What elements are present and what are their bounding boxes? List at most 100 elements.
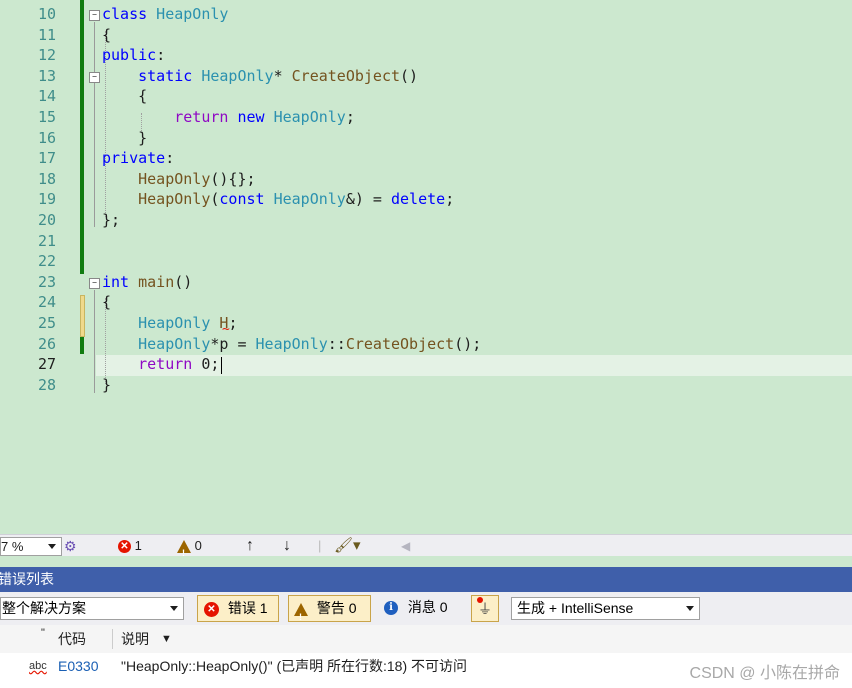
code-text: HeapOnly(){}; — [138, 169, 256, 188]
info-icon: i — [384, 601, 398, 616]
line-number: 28 — [37, 375, 56, 394]
code-text: static HeapOnly* CreateObject() — [138, 66, 419, 85]
code-line[interactable]: 21 — [0, 231, 852, 252]
code-text: class HeapOnly — [102, 5, 229, 23]
code-editor[interactable]: − − − 10 class HeapOnly 11{12 public: 13 sta… — [0, 0, 852, 534]
code-line[interactable]: 16 } — [0, 128, 852, 149]
code-line[interactable]: 12 public: — [0, 45, 852, 66]
line-number: 15 — [37, 108, 56, 126]
code-line[interactable]: 20}; — [0, 210, 852, 231]
code-text: HeapOnly H; — [138, 314, 238, 332]
code-line[interactable]: 15 return new HeapOnly; — [0, 107, 852, 128]
code-line[interactable]: 17 private: — [0, 148, 852, 169]
code-text: { — [102, 87, 148, 106]
code-line[interactable]: 28} — [0, 375, 852, 396]
code-line[interactable]: 25 HeapOnly H; — [0, 313, 852, 334]
text-caret — [221, 357, 222, 374]
scroll-left-icon[interactable]: ◀ — [401, 535, 410, 557]
code-line[interactable]: 18 HeapOnly(){}; — [0, 169, 852, 190]
code-line[interactable]: 27 return 0; — [0, 354, 852, 375]
messages-filter-label: 消息 0 — [407, 599, 448, 615]
column-header-description[interactable]: 说明 — [121, 625, 149, 653]
code-line[interactable]: 26 HeapOnly*p = HeapOnly::CreateObject()… — [0, 334, 852, 355]
spelling-error-icon: abc — [29, 660, 47, 672]
errors-filter-label: 错误 1 — [227, 600, 268, 616]
line-number: 11 — [37, 25, 56, 44]
watermark: CSDN @ ​​小陈在拼命​​ — [689, 665, 840, 682]
code-line[interactable]: 19 HeapOnly(const HeapOnly&) = delete; — [0, 189, 852, 210]
line-number: 24 — [37, 293, 56, 312]
error-count-indicator[interactable]: ✕ 1 — [118, 535, 142, 557]
errors-filter-button[interactable]: ✕ 错误 1 — [197, 595, 279, 622]
code-text: } — [102, 375, 112, 394]
line-number: 17 — [37, 149, 56, 168]
line-number: 26 — [37, 334, 56, 353]
warnings-filter-button[interactable]: ! 警告 0 — [288, 595, 371, 622]
column-divider — [112, 629, 113, 649]
code-line[interactable]: 13 static HeapOnly* CreateObject() — [0, 66, 852, 87]
line-number: 19 — [37, 190, 56, 209]
error-icon: ✕ — [118, 540, 131, 554]
code-text: } — [102, 128, 148, 147]
chevron-down-icon — [170, 606, 178, 611]
messages-filter-button[interactable]: i 消息 0 — [384, 595, 460, 620]
code-text: HeapOnly(const HeapOnly&) = delete; — [138, 190, 455, 209]
code-text: int main() — [102, 272, 193, 291]
column-header-code[interactable]: 代码 — [58, 625, 86, 653]
line-number: 18 — [37, 169, 56, 188]
line-number: 13 — [37, 66, 56, 85]
line-number: 23 — [37, 272, 56, 291]
line-number: 20 — [37, 211, 56, 229]
build-source-select[interactable]: 生成 + IntelliSense — [511, 597, 700, 620]
separator: | — [318, 538, 322, 553]
scope-value: 整个解决方案 — [2, 600, 86, 616]
code-text: return 0; — [138, 355, 220, 374]
build-source-value: 生成 + IntelliSense — [517, 600, 634, 616]
code-text: return new HeapOnly; — [174, 108, 355, 126]
arrow-up-icon[interactable]: ↑ — [246, 535, 254, 557]
code-line[interactable]: 14 { — [0, 86, 852, 107]
error-count: 1 — [134, 538, 142, 553]
code-text: public: — [102, 46, 166, 65]
code-text: { — [102, 293, 112, 312]
arrow-down-icon[interactable]: ↓ — [283, 535, 291, 557]
chevron-down-icon[interactable]: ▼ — [161, 625, 172, 653]
line-number: 22 — [37, 252, 56, 271]
panel-title: 错误列表 — [0, 571, 54, 587]
line-number: 25 — [37, 314, 56, 332]
error-code-link[interactable]: E0330 — [58, 653, 98, 679]
line-number: 27 — [37, 355, 56, 374]
scope-select[interactable]: 整个解决方案 — [0, 597, 184, 620]
chevron-down-icon — [48, 544, 56, 549]
line-number: 10 — [37, 5, 56, 23]
warning-icon: ! — [177, 540, 191, 558]
chevron-down-icon — [686, 606, 694, 611]
brush-icon[interactable]: 🖌▾ — [334, 535, 361, 557]
warning-icon: ! — [294, 602, 308, 622]
code-text: }; — [102, 211, 121, 229]
warning-count-indicator[interactable]: ! 0 — [177, 535, 202, 558]
warnings-filter-label: 警告 0 — [316, 600, 357, 616]
sort-icon[interactable]: " — [41, 619, 45, 647]
panel-title-bar: 错误列表 — [0, 567, 852, 592]
code-line[interactable]: 24 { — [0, 292, 852, 313]
zoom-value: 7 % — [1, 539, 24, 554]
error-squiggle: ~ — [222, 322, 230, 337]
code-line[interactable]: 11 { — [0, 25, 852, 46]
line-number: 21 — [37, 231, 56, 250]
warning-count: 0 — [194, 538, 202, 553]
panel-gap — [0, 556, 852, 567]
line-number: 12 — [37, 46, 56, 65]
build-filter-button[interactable]: ⏚ — [471, 595, 499, 622]
code-line[interactable]: 10 class HeapOnly — [0, 4, 852, 25]
error-dot-icon — [477, 597, 483, 603]
line-number: 14 — [37, 87, 56, 106]
health-icon[interactable]: ⚙ — [64, 535, 77, 557]
code-text: { — [102, 25, 112, 44]
code-line[interactable]: 22 — [0, 251, 852, 272]
line-number: 16 — [37, 128, 56, 147]
error-icon: ✕ — [204, 601, 219, 617]
code-line[interactable]: 23 int main() — [0, 272, 852, 293]
error-description: "HeapOnly::HeapOnly()" (已声明 所在行数:18) 不可访… — [121, 658, 468, 674]
zoom-select[interactable]: 7 % — [0, 537, 62, 556]
